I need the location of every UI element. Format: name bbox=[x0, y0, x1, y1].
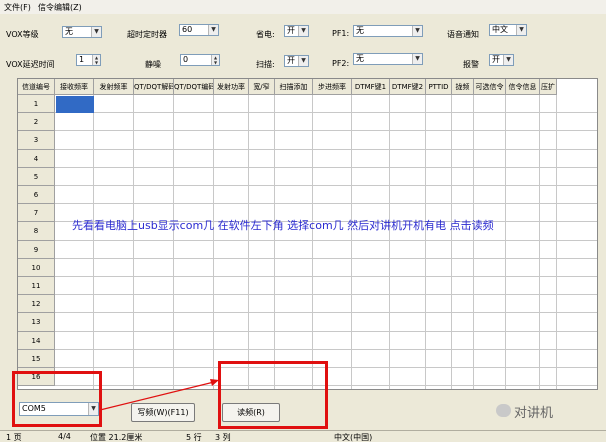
status-pages: 4/4 bbox=[58, 432, 71, 441]
watermark: 对讲机 bbox=[514, 406, 554, 421]
status-position: 位置 21.2厘米 bbox=[90, 433, 143, 442]
arrow-annotation bbox=[99, 379, 219, 411]
arrow-head-icon bbox=[210, 379, 219, 386]
wechat-icon bbox=[496, 404, 511, 417]
status-page: 1 页 bbox=[6, 433, 22, 442]
status-language: 中文(中国) bbox=[334, 433, 373, 442]
status-bar: 1 页 4/4 位置 21.2厘米 5 行 3 列 中文(中国) bbox=[0, 430, 606, 442]
status-col: 3 列 bbox=[215, 433, 231, 442]
arrow-line bbox=[99, 381, 215, 411]
status-line: 5 行 bbox=[186, 433, 202, 442]
